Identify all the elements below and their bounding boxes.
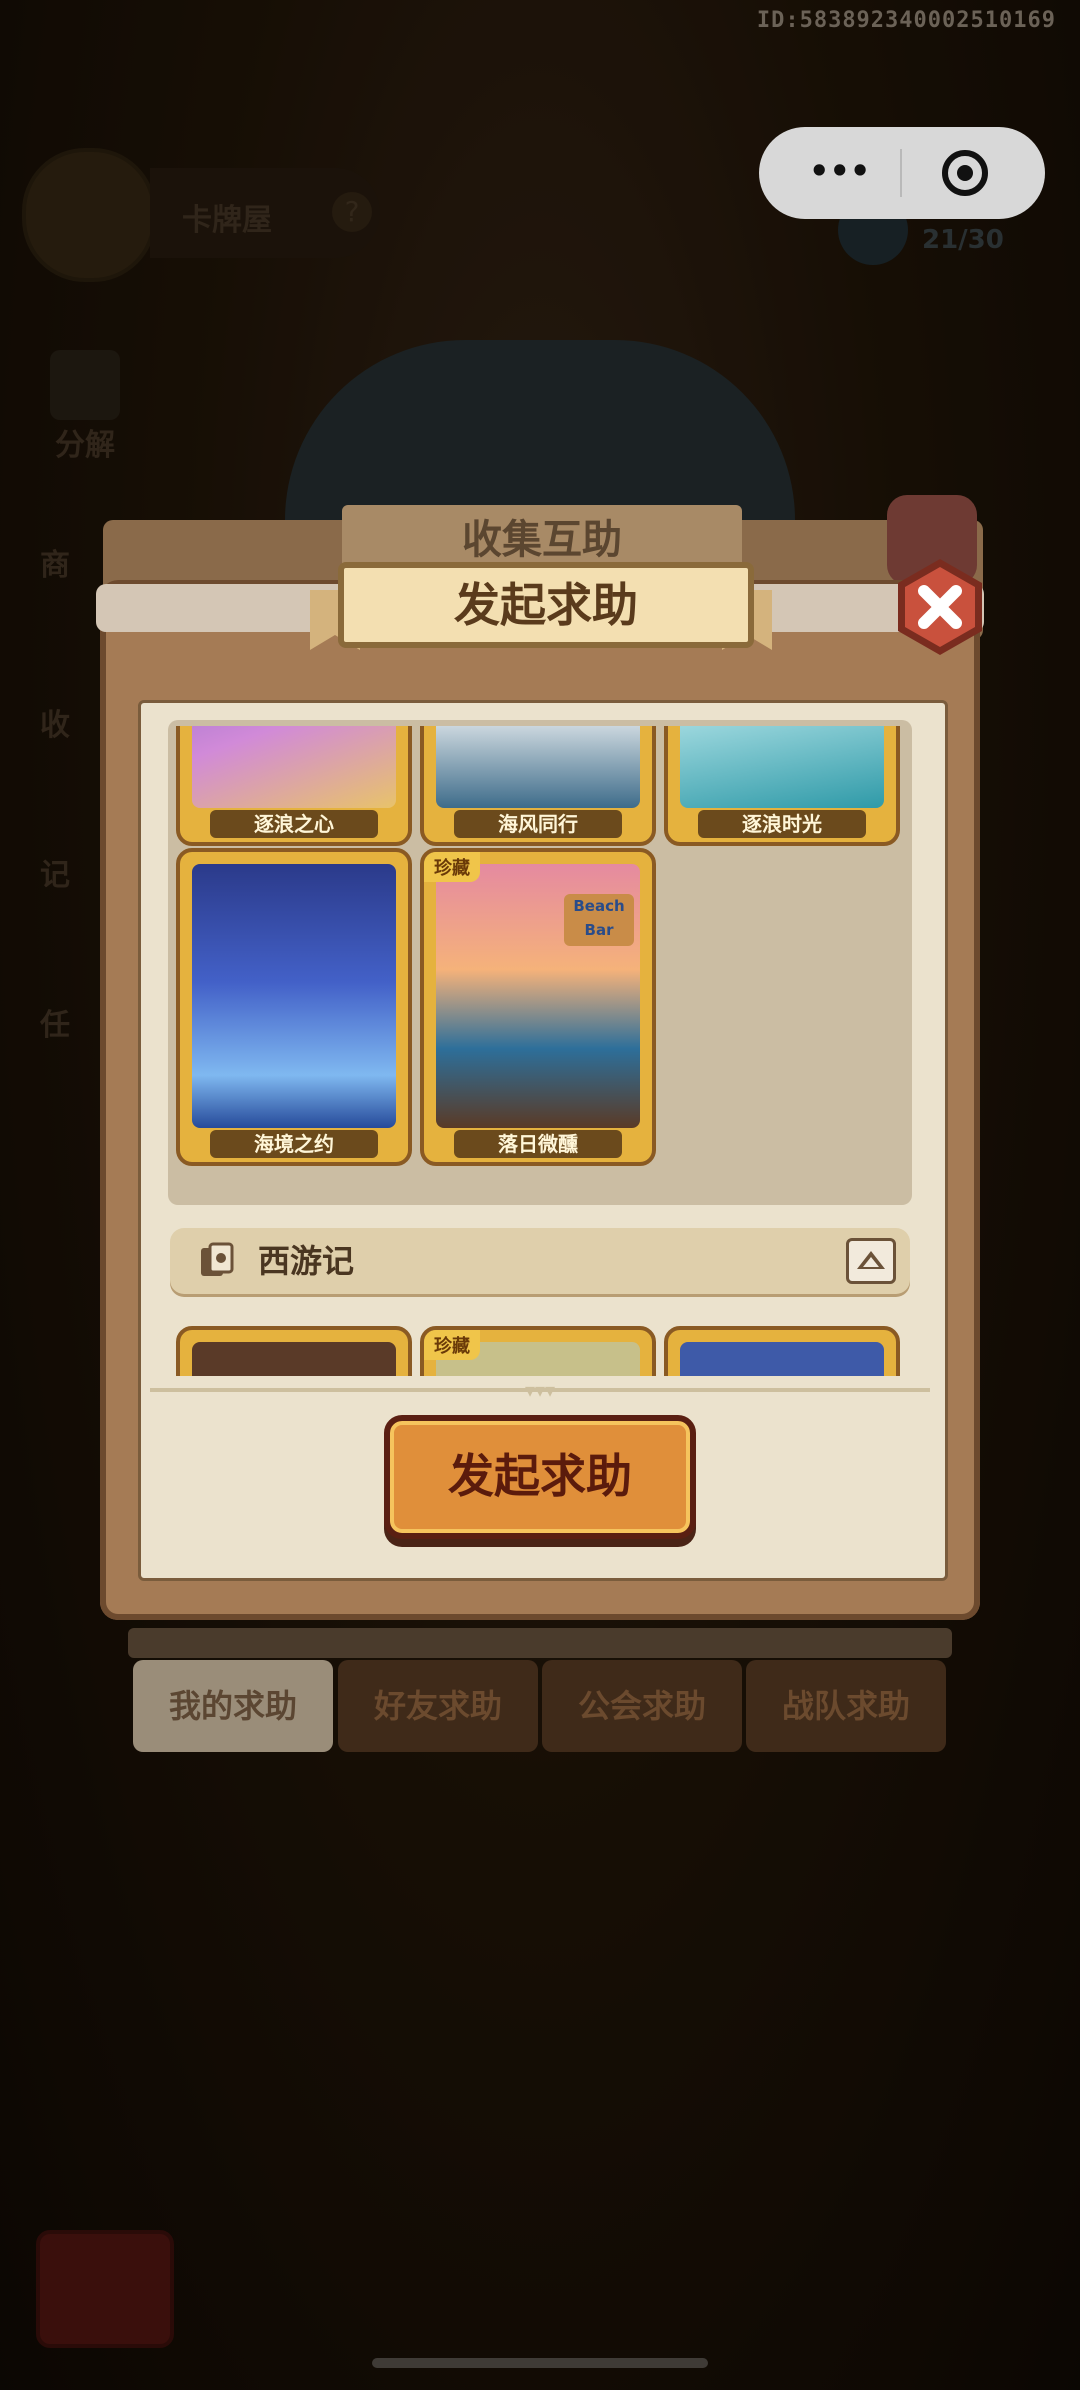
tab-my-requests[interactable]: 我的求助 — [133, 1660, 333, 1752]
beach-bar-sign: Beach Bar — [564, 894, 634, 946]
card-scroll-clip: 逐浪之心 海风同行 逐浪时光 — [168, 726, 918, 846]
card-name: 逐浪时光 — [698, 810, 866, 838]
tab-bar-base — [128, 1628, 952, 1658]
collapse-toggle[interactable] — [846, 1238, 896, 1284]
card-art: Beach Bar — [436, 864, 640, 1128]
section-title: 西游记 — [258, 1242, 355, 1280]
tab-team-requests[interactable]: 战队求助 — [746, 1660, 946, 1752]
card-set-icon — [201, 1242, 234, 1276]
divider-ornament-icon: ▾▾▾ — [524, 1378, 556, 1402]
section-header[interactable]: 西游记 — [170, 1228, 910, 1294]
card-art — [192, 726, 396, 808]
tab-guild-requests[interactable]: 公会求助 — [542, 1660, 742, 1752]
home-indicator — [372, 2358, 708, 2368]
miniprogram-capsule: ••• — [759, 127, 1045, 219]
card-item[interactable]: 逐浪之心 — [176, 726, 412, 846]
card-name: 海风同行 — [454, 810, 622, 838]
card-art — [436, 726, 640, 808]
card-art — [192, 864, 396, 1128]
card-art — [680, 726, 884, 808]
rare-badge: 珍藏 — [424, 852, 480, 882]
card-name: 落日微醺 — [454, 1130, 622, 1158]
rare-badge: 珍藏 — [424, 1330, 480, 1360]
card-item[interactable]: 珍藏 — [420, 1326, 656, 1376]
card-scroll-clip: 珍藏 — [168, 1326, 918, 1376]
capsule-divider — [900, 149, 902, 197]
more-menu-icon[interactable]: ••• — [809, 155, 870, 187]
card-art — [192, 1342, 396, 1376]
card-item[interactable] — [176, 1326, 412, 1376]
tab-friend-requests[interactable]: 好友求助 — [338, 1660, 538, 1752]
card-art — [680, 1342, 884, 1376]
close-icon[interactable] — [890, 557, 990, 657]
dialog-title: 发起求助 — [338, 562, 754, 648]
chevron-up-icon — [857, 1251, 885, 1269]
card-name: 逐浪之心 — [210, 810, 378, 838]
user-id: ID:583892340002510169 — [756, 8, 1056, 33]
card-item[interactable]: 逐浪时光 — [664, 726, 900, 846]
card-item[interactable]: 海境之约 — [176, 848, 412, 1166]
close-miniprogram-icon[interactable] — [939, 147, 991, 199]
card-name: 海境之约 — [210, 1130, 378, 1158]
request-help-button[interactable]: 发起求助 — [384, 1415, 696, 1539]
card-item[interactable]: 海风同行 — [420, 726, 656, 846]
card-item[interactable] — [664, 1326, 900, 1376]
back-button-icon — [36, 2230, 174, 2348]
card-item[interactable]: Beach Bar 落日微醺 珍藏 — [420, 848, 656, 1166]
